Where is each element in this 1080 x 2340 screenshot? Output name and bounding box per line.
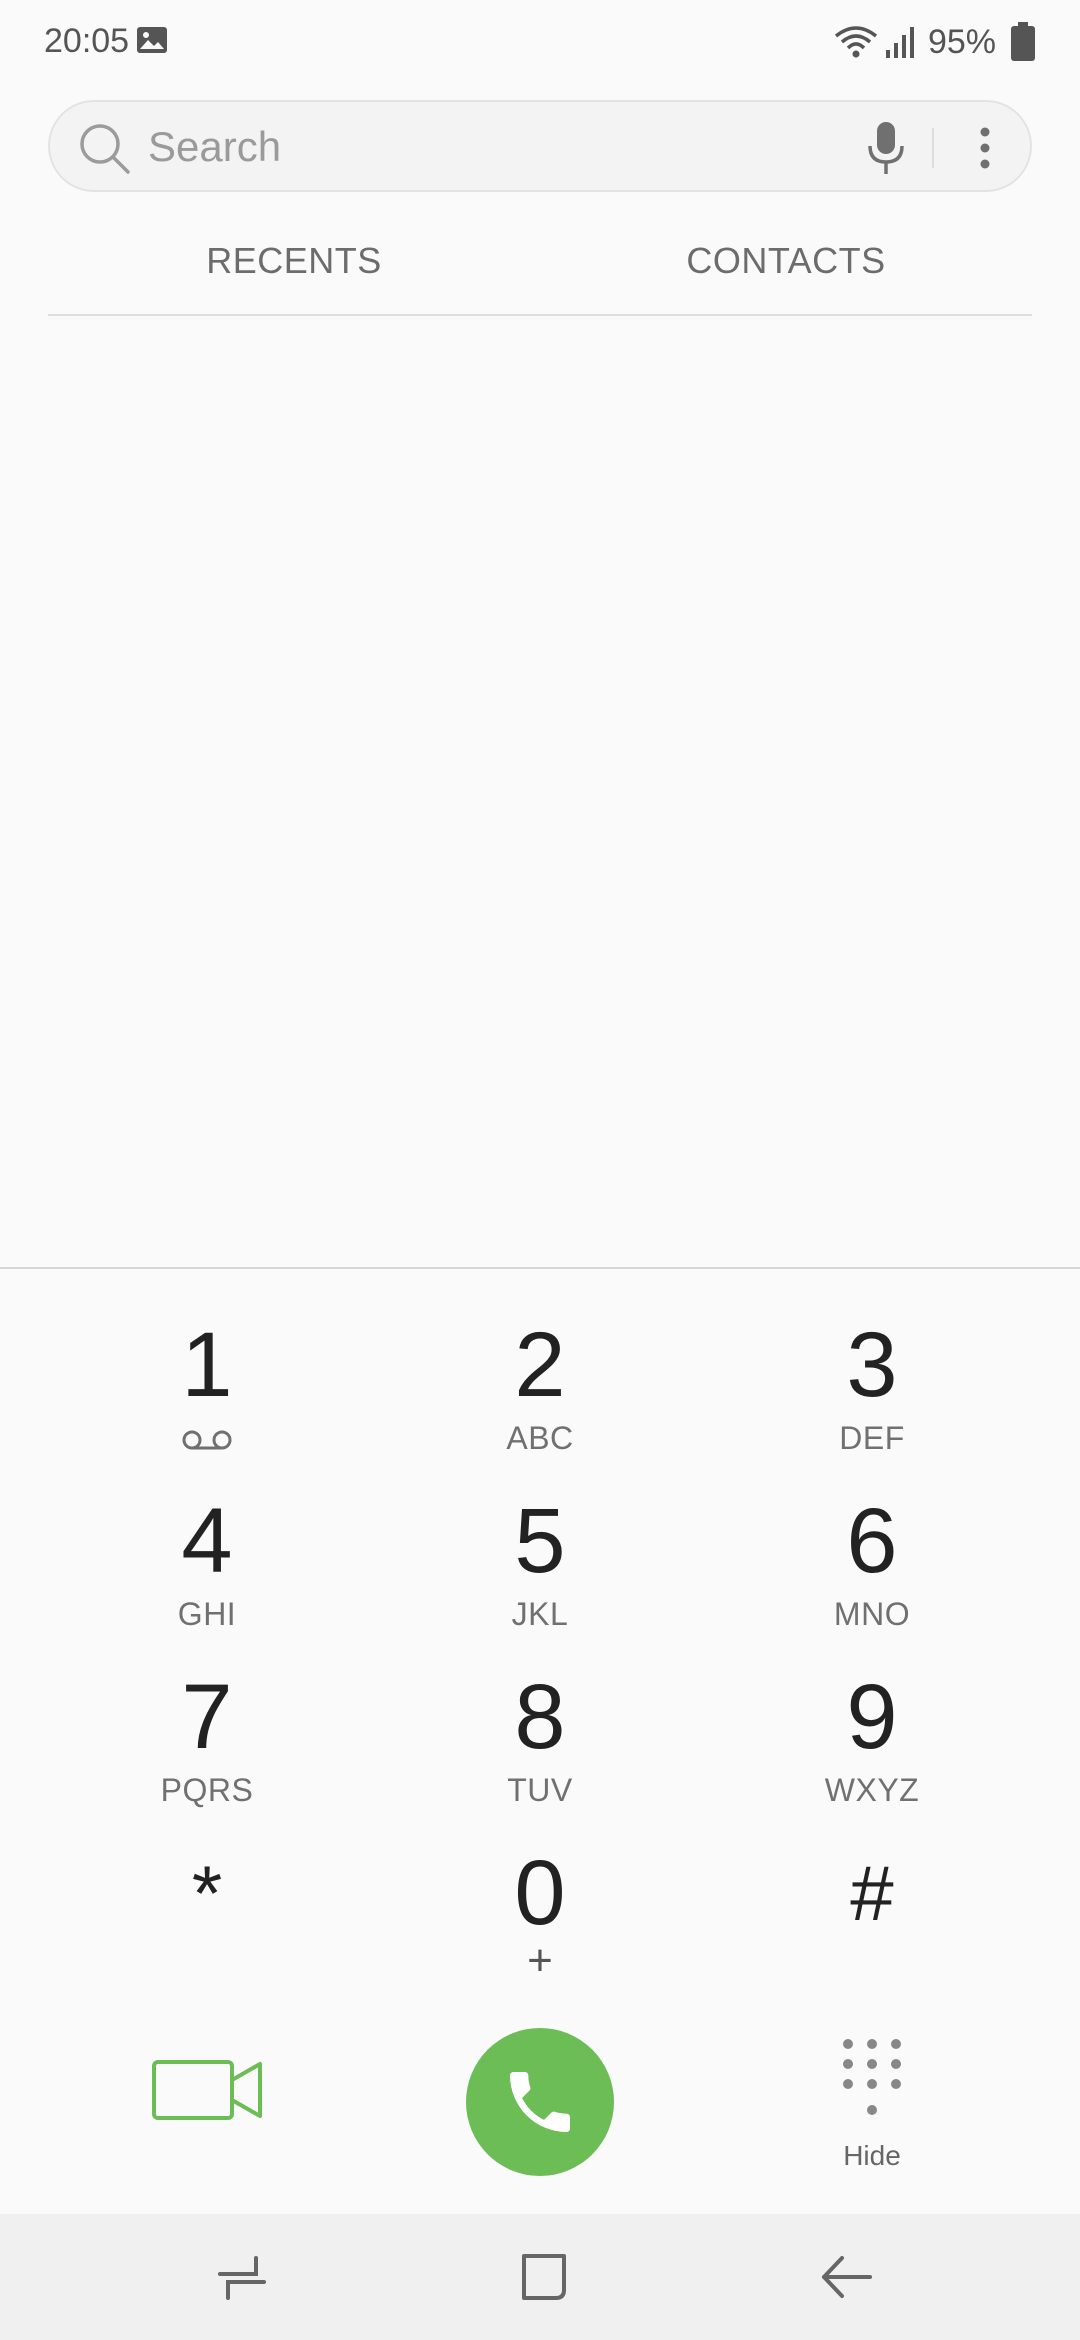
key-digit: 9 xyxy=(846,1666,898,1768)
key-digit: * xyxy=(191,1849,223,1937)
key-letters: GHI xyxy=(177,1596,237,1632)
home-icon[interactable] xyxy=(514,2252,574,2302)
back-icon[interactable] xyxy=(816,2252,876,2302)
hide-label: Hide xyxy=(843,2140,901,2171)
call-button[interactable] xyxy=(466,2028,614,2176)
phone-icon xyxy=(510,2072,570,2132)
gallery-icon xyxy=(137,27,167,53)
key-digit: 8 xyxy=(514,1666,566,1768)
hide-dialpad-button[interactable]: Hide xyxy=(820,2036,924,2176)
key-digit: 0 xyxy=(514,1842,566,1944)
key-digit: 7 xyxy=(181,1666,233,1768)
dialpad-key-7[interactable]: 7 PQRS xyxy=(57,1662,357,1832)
search-divider xyxy=(932,128,934,168)
dialpad-key-8[interactable]: 8 TUV xyxy=(390,1662,690,1832)
dialpad-key-0[interactable]: 0 + xyxy=(390,1838,690,2008)
signal-icon xyxy=(885,27,914,58)
more-options-icon[interactable] xyxy=(960,118,1010,178)
status-indicators: 95% xyxy=(834,20,1036,64)
dialpad-key-1[interactable]: 1 xyxy=(57,1310,357,1480)
search-input[interactable] xyxy=(146,116,890,178)
battery-percent: 95% xyxy=(927,22,996,61)
dialpad-key-hash[interactable]: # xyxy=(722,1838,1022,2008)
dialpad-key-2[interactable]: 2 ABC xyxy=(390,1310,690,1480)
key-letters: TUV xyxy=(507,1772,573,1808)
key-digit: 5 xyxy=(514,1490,566,1592)
key-letters: ABC xyxy=(506,1420,574,1456)
recent-apps-icon[interactable] xyxy=(212,2252,272,2302)
tab-contacts[interactable]: CONTACTS xyxy=(540,240,1032,282)
dialpad-key-5[interactable]: 5 JKL xyxy=(390,1486,690,1656)
dialpad-key-3[interactable]: 3 DEF xyxy=(722,1310,1022,1480)
key-letters: JKL xyxy=(511,1596,569,1632)
navigation-bar xyxy=(0,2214,1080,2340)
key-letters: WXYZ xyxy=(824,1772,920,1808)
dialpad-icon xyxy=(843,2039,901,2115)
key-letters: DEF xyxy=(839,1420,905,1456)
mic-icon[interactable] xyxy=(856,118,916,178)
status-time: 20:05 xyxy=(44,22,130,60)
key-digit: 1 xyxy=(181,1314,233,1416)
tab-recents[interactable]: RECENTS xyxy=(48,240,540,282)
dialpad-key-star[interactable]: * xyxy=(57,1838,357,2008)
search-bar[interactable] xyxy=(48,100,1032,192)
battery-icon xyxy=(1011,22,1035,61)
key-digit: 2 xyxy=(514,1314,566,1416)
key-letters: PQRS xyxy=(160,1772,254,1808)
voicemail-icon xyxy=(182,1430,232,1450)
key-digit: 4 xyxy=(181,1490,233,1592)
key-letters: MNO xyxy=(833,1596,911,1632)
key-letters: + xyxy=(527,1936,553,1985)
search-icon xyxy=(80,124,130,174)
wifi-icon xyxy=(834,26,878,58)
video-call-icon[interactable] xyxy=(150,2050,266,2130)
status-bar: 20:05 95% xyxy=(0,0,1080,84)
dialpad-key-4[interactable]: 4 GHI xyxy=(57,1486,357,1656)
dialpad-key-6[interactable]: 6 MNO xyxy=(722,1486,1022,1656)
recents-list-empty xyxy=(0,316,1080,1266)
key-digit: # xyxy=(850,1849,894,1937)
dialpad-key-9[interactable]: 9 WXYZ xyxy=(722,1662,1022,1832)
key-digit: 3 xyxy=(846,1314,898,1416)
key-digit: 6 xyxy=(846,1490,898,1592)
tab-bar: RECENTS CONTACTS xyxy=(48,220,1032,316)
